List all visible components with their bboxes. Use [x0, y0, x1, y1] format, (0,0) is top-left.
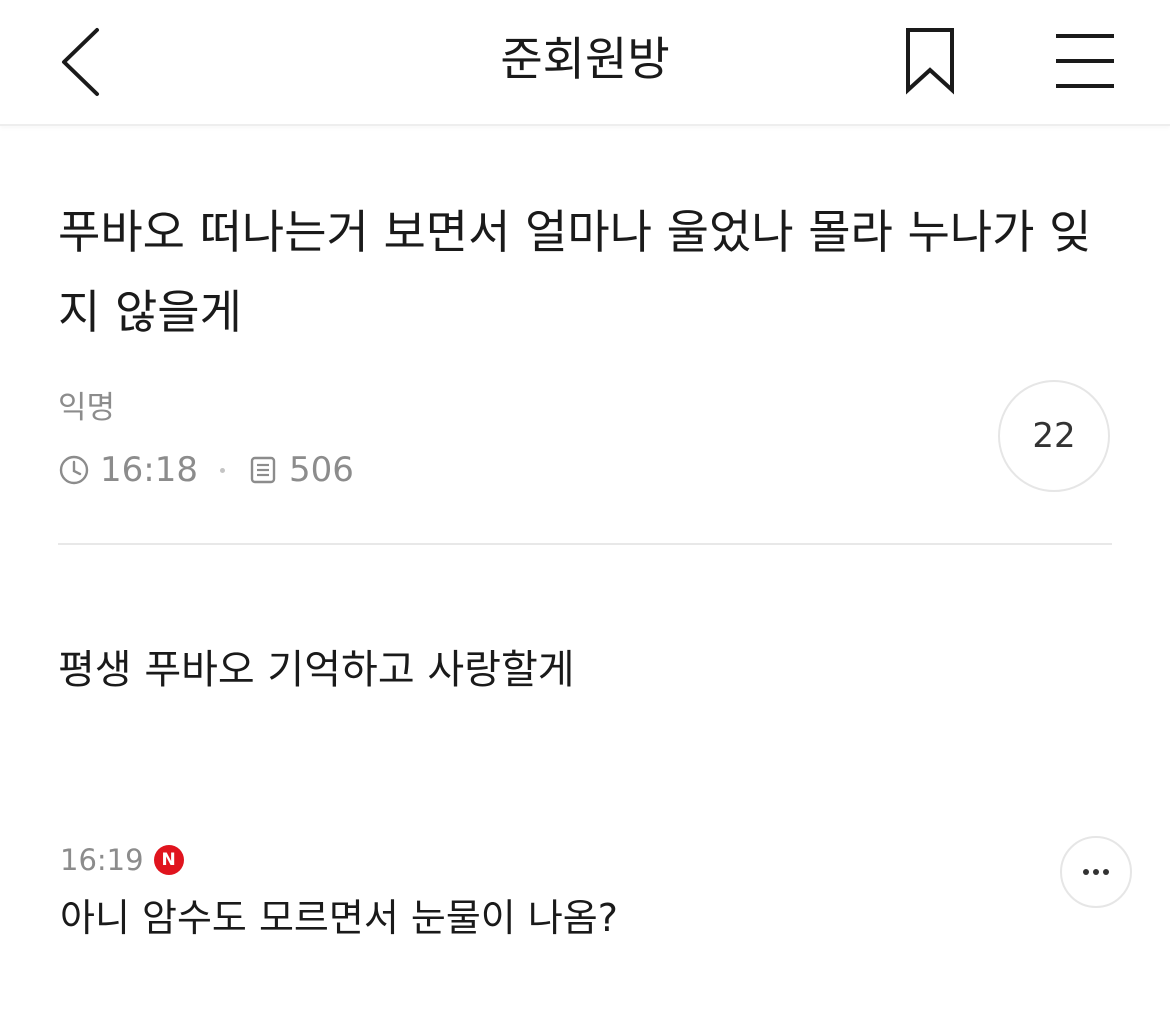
comment-count-button[interactable]: 22: [998, 380, 1110, 492]
board-title: 준회원방: [500, 32, 670, 86]
bookmark-icon: [906, 28, 954, 95]
clock-icon: [59, 455, 89, 485]
post-body: 평생 푸바오 기억하고 사랑할게: [58, 647, 575, 693]
hamburger-menu-icon: [1056, 34, 1114, 88]
comment-more-button[interactable]: [1060, 836, 1132, 908]
menu-button[interactable]: [1052, 28, 1118, 94]
meta-separator: [219, 467, 225, 473]
bookmark-button[interactable]: [898, 24, 962, 98]
chevron-left-icon: [62, 28, 99, 96]
back-button[interactable]: [52, 24, 112, 100]
views-icon: [250, 456, 276, 484]
top-navigation-bar: 준회원방: [0, 0, 1170, 126]
comment-meta: 16:19 N: [60, 838, 184, 882]
comment-count: 22: [1032, 416, 1076, 456]
post-meta: 16:18 506: [58, 448, 354, 492]
post-author: 익명: [58, 390, 116, 426]
post-time: 16:18: [100, 450, 198, 490]
divider: [58, 543, 1112, 545]
comment-time: 16:19: [60, 843, 144, 877]
new-badge: N: [153, 845, 184, 875]
comment-text: 아니 암수도 모르면서 눈물이 나옴?: [60, 896, 618, 940]
post-views: 506: [288, 450, 354, 490]
more-options-icon: [1083, 869, 1109, 875]
post-title: 푸바오 떠나는거 보면서 얼마나 울었나 몰라 누나가 잊지 않을게: [58, 205, 1092, 339]
